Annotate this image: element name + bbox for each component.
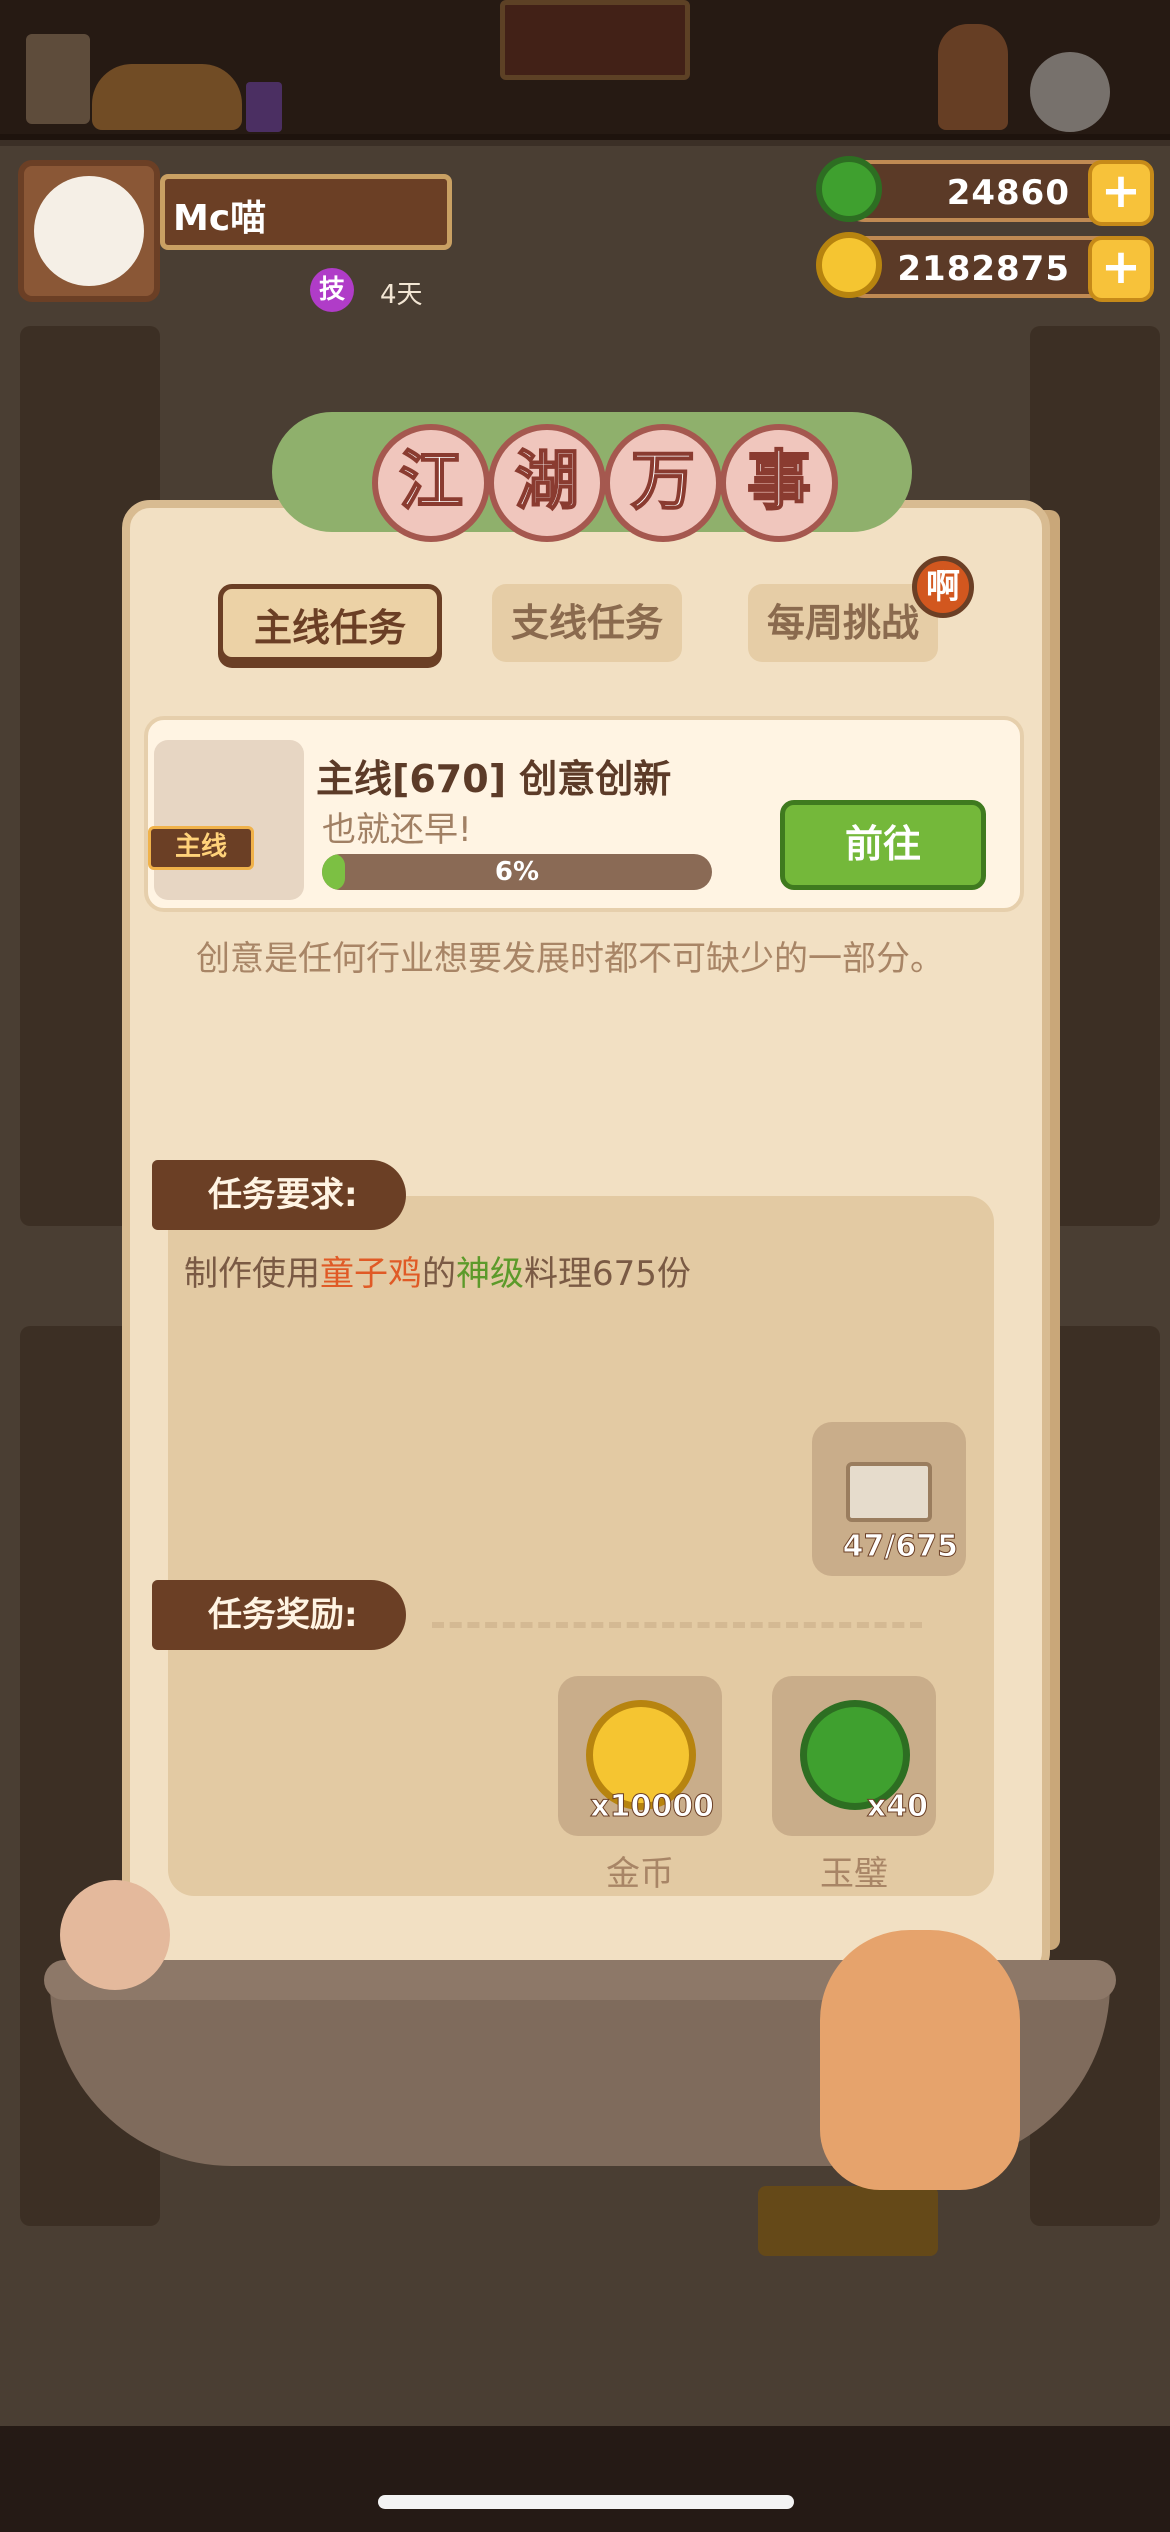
reward-slot-jade[interactable]: x40	[772, 1676, 936, 1836]
requirement-text: 制作使用童子鸡的神级料理675份	[184, 1254, 691, 1294]
dish-grade: 神级	[456, 1254, 524, 1294]
quest-progress-bar: 6%	[322, 854, 712, 890]
reward-slot-gold[interactable]: x10000	[558, 1676, 722, 1836]
gold-amount: 2182875	[897, 249, 1070, 289]
recipe-scroll-icon	[846, 1462, 932, 1522]
quest-title: 主线[670] 创意创新	[316, 757, 672, 801]
requirement-header: 任务要求:	[152, 1160, 406, 1230]
gold-coin-icon	[816, 232, 882, 298]
quest-description: 创意是任何行业想要发展时都不可缺少的一部分。	[196, 939, 944, 979]
go-button[interactable]: 前往	[780, 800, 986, 890]
tab-weekly-challenge[interactable]: 每周挑战	[748, 584, 938, 662]
gold-currency-bar: 2182875 +	[834, 236, 1154, 302]
title-char-4: 事	[720, 424, 838, 542]
title-char-1: 江	[372, 424, 490, 542]
title-char-3: 万	[604, 424, 722, 542]
reward-divider	[432, 1622, 922, 1628]
requirement-progress-count: 47/675	[842, 1529, 958, 1565]
jade-bi-icon	[816, 156, 882, 222]
requirement-item-slot[interactable]: 47/675	[812, 1422, 966, 1576]
jade-amount: 24860	[946, 173, 1070, 213]
cat-avatar-icon	[34, 176, 144, 286]
reward-gold-count: x10000	[590, 1789, 715, 1825]
add-gold-button[interactable]: +	[1088, 236, 1154, 302]
ingredient-name: 童子鸡	[320, 1254, 422, 1294]
reward-header: 任务奖励:	[152, 1580, 406, 1650]
player-avatar[interactable]	[18, 160, 160, 302]
title-char-2: 湖	[488, 424, 606, 542]
days-counter: 4天	[380, 280, 423, 310]
skill-badge-icon[interactable]: 技	[310, 268, 354, 312]
quest-progress-label: 6%	[494, 857, 540, 887]
jade-currency-bar: 24860 +	[834, 160, 1154, 226]
meatball-skewer-icon	[60, 1880, 170, 1990]
home-indicator[interactable]	[378, 2495, 794, 2509]
tabby-cat-icon	[820, 1930, 1020, 2190]
tab-side-quest[interactable]: 支线任务	[492, 584, 682, 662]
tab-main-quest[interactable]: 主线任务	[218, 584, 442, 662]
reward-gold-name: 金币	[606, 1854, 674, 1894]
notice-badge-icon: 啊	[912, 556, 974, 618]
player-name-plate: Mc喵	[160, 174, 452, 250]
reward-jade-count: x40	[866, 1789, 928, 1825]
quest-card: 主线 主线[670] 创意创新 也就还早! 6% 前往	[144, 716, 1024, 912]
quest-npc-portrait-icon	[154, 740, 304, 900]
player-name: Mc喵	[173, 198, 267, 239]
quest-subtitle: 也就还早!	[322, 810, 472, 850]
add-jade-button[interactable]: +	[1088, 160, 1154, 226]
quest-type-tag: 主线	[148, 826, 254, 870]
reward-jade-name: 玉璧	[820, 1854, 888, 1894]
